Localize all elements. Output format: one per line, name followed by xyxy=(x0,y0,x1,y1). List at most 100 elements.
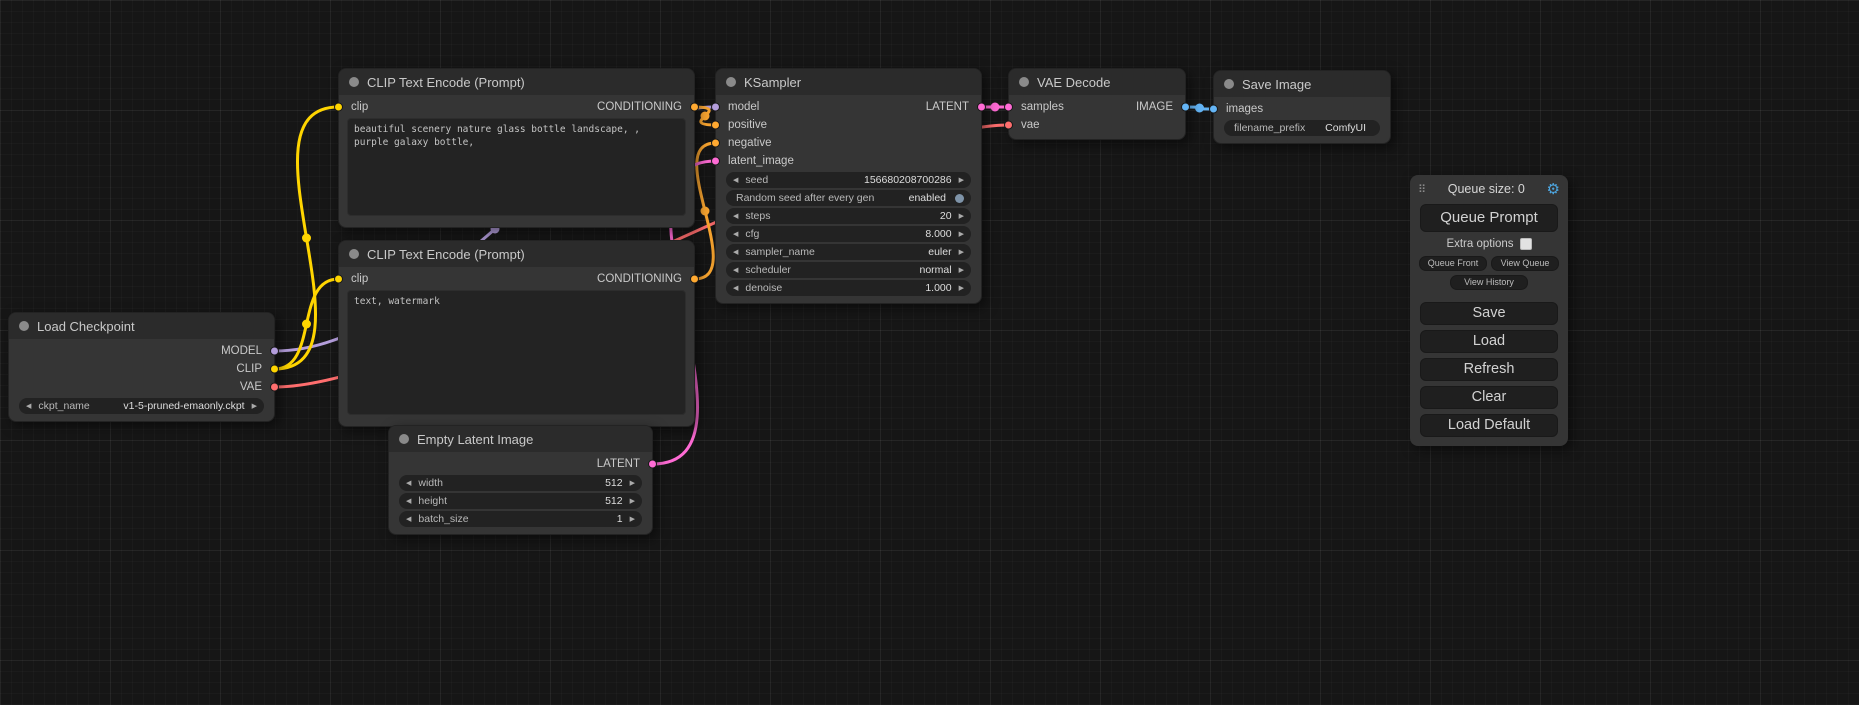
decrement-arrow-icon[interactable]: ◀ xyxy=(733,231,738,238)
decrement-arrow-icon[interactable]: ◀ xyxy=(733,267,738,274)
ckpt-name-combo-widget[interactable]: ◀ ckpt_name v1-5-pruned-emaonly.ckpt ▶ xyxy=(19,398,264,414)
prompt-textarea[interactable]: text, watermark xyxy=(347,290,686,415)
node-save-image[interactable]: Save Image images filename_prefix ComfyU… xyxy=(1213,70,1391,144)
node-title-bar[interactable]: Load Checkpoint xyxy=(9,313,274,339)
node-ksampler[interactable]: KSampler model LATENT positive negative … xyxy=(715,68,982,304)
decrement-arrow-icon[interactable]: ◀ xyxy=(406,516,411,523)
widget-value: 20 xyxy=(940,210,952,222)
increment-arrow-icon[interactable]: ▶ xyxy=(630,498,635,505)
link-midpoint-dot[interactable] xyxy=(302,320,311,329)
output-port-image[interactable] xyxy=(1181,103,1190,112)
sampler-name-combo-widget[interactable]: ◀ sampler_name euler ▶ xyxy=(726,244,971,260)
prompt-textarea[interactable]: beautiful scenery nature glass bottle la… xyxy=(347,118,686,216)
input-port-negative[interactable] xyxy=(711,139,720,148)
link-midpoint-dot[interactable] xyxy=(701,112,710,121)
node-title-bar[interactable]: CLIP Text Encode (Prompt) xyxy=(339,69,694,95)
menu-drag-handle-icon[interactable]: ⠿ xyxy=(1418,183,1426,196)
output-port-latent[interactable] xyxy=(977,103,986,112)
decrement-arrow-icon[interactable]: ◀ xyxy=(406,480,411,487)
output-label: CONDITIONING xyxy=(597,101,682,113)
collapse-dot-icon[interactable] xyxy=(19,321,29,331)
output-port-conditioning[interactable] xyxy=(690,103,699,112)
output-port-conditioning[interactable] xyxy=(690,275,699,284)
increment-arrow-icon[interactable]: ▶ xyxy=(959,267,964,274)
increment-arrow-icon[interactable]: ▶ xyxy=(630,480,635,487)
link-midpoint-dot[interactable] xyxy=(701,207,710,216)
output-port-model[interactable] xyxy=(270,347,279,356)
increment-arrow-icon[interactable]: ▶ xyxy=(630,516,635,523)
seed-number-widget[interactable]: ◀ seed 156680208700286 ▶ xyxy=(726,172,971,188)
collapse-dot-icon[interactable] xyxy=(1019,77,1029,87)
filename-prefix-text-widget[interactable]: filename_prefix ComfyUI xyxy=(1224,120,1380,136)
increment-arrow-icon[interactable]: ▶ xyxy=(959,213,964,220)
view-history-button[interactable]: View History xyxy=(1450,275,1528,290)
node-clip-text-encode-positive[interactable]: CLIP Text Encode (Prompt) clip CONDITION… xyxy=(338,68,695,228)
scheduler-combo-widget[interactable]: ◀ scheduler normal ▶ xyxy=(726,262,971,278)
node-empty-latent-image[interactable]: Empty Latent Image LATENT ◀ width 512 ▶ … xyxy=(388,425,653,535)
decrement-arrow-icon[interactable]: ◀ xyxy=(733,213,738,220)
decrement-arrow-icon[interactable]: ◀ xyxy=(26,403,31,410)
decrement-arrow-icon[interactable]: ◀ xyxy=(733,177,738,184)
increment-arrow-icon[interactable]: ▶ xyxy=(252,403,257,410)
decrement-arrow-icon[interactable]: ◀ xyxy=(733,285,738,292)
clear-button[interactable]: Clear xyxy=(1420,386,1558,409)
input-port-positive[interactable] xyxy=(711,121,720,130)
decrement-arrow-icon[interactable]: ◀ xyxy=(733,249,738,256)
output-port-vae[interactable] xyxy=(270,383,279,392)
node-title-bar[interactable]: CLIP Text Encode (Prompt) xyxy=(339,241,694,267)
input-port-clip[interactable] xyxy=(334,275,343,284)
collapse-dot-icon[interactable] xyxy=(399,434,409,444)
queue-prompt-button[interactable]: Queue Prompt xyxy=(1420,204,1558,232)
view-queue-button[interactable]: View Queue xyxy=(1491,256,1559,271)
node-clip-text-encode-negative[interactable]: CLIP Text Encode (Prompt) clip CONDITION… xyxy=(338,240,695,427)
output-label: CLIP xyxy=(236,363,262,375)
denoise-number-widget[interactable]: ◀ denoise 1.000 ▶ xyxy=(726,280,971,296)
random-seed-toggle-widget[interactable]: Random seed after every gen enabled xyxy=(726,190,971,206)
link-midpoint-dot[interactable] xyxy=(1195,104,1204,113)
node-vae-decode[interactable]: VAE Decode samples IMAGE vae xyxy=(1008,68,1186,140)
extra-options-checkbox[interactable] xyxy=(1520,238,1532,250)
steps-number-widget[interactable]: ◀ steps 20 ▶ xyxy=(726,208,971,224)
node-title-bar[interactable]: KSampler xyxy=(716,69,981,95)
widget-label: steps xyxy=(745,210,770,222)
refresh-button[interactable]: Refresh xyxy=(1420,358,1558,381)
output-port-latent[interactable] xyxy=(648,460,657,469)
link-wire[interactable] xyxy=(275,107,339,369)
settings-gear-icon[interactable]: ⚙ xyxy=(1547,182,1560,197)
increment-arrow-icon[interactable]: ▶ xyxy=(959,231,964,238)
queue-size-label: Queue size: 0 xyxy=(1448,182,1525,196)
toggle-indicator-icon[interactable] xyxy=(955,194,964,203)
input-port-vae[interactable] xyxy=(1004,121,1013,130)
load-default-button[interactable]: Load Default xyxy=(1420,414,1558,437)
height-number-widget[interactable]: ◀ height 512 ▶ xyxy=(399,493,642,509)
increment-arrow-icon[interactable]: ▶ xyxy=(959,285,964,292)
collapse-dot-icon[interactable] xyxy=(726,77,736,87)
batch-size-number-widget[interactable]: ◀ batch_size 1 ▶ xyxy=(399,511,642,527)
input-port-images[interactable] xyxy=(1209,105,1218,114)
decrement-arrow-icon[interactable]: ◀ xyxy=(406,498,411,505)
link-midpoint-dot[interactable] xyxy=(991,103,1000,112)
increment-arrow-icon[interactable]: ▶ xyxy=(959,249,964,256)
increment-arrow-icon[interactable]: ▶ xyxy=(959,177,964,184)
queue-front-button[interactable]: Queue Front xyxy=(1419,256,1487,271)
collapse-dot-icon[interactable] xyxy=(1224,79,1234,89)
input-port-clip[interactable] xyxy=(334,103,343,112)
input-port-model[interactable] xyxy=(711,103,720,112)
node-title-bar[interactable]: Save Image xyxy=(1214,71,1390,97)
link-wire[interactable] xyxy=(275,279,339,369)
node-title-bar[interactable]: Empty Latent Image xyxy=(389,426,652,452)
collapse-dot-icon[interactable] xyxy=(349,249,359,259)
node-load-checkpoint[interactable]: Load Checkpoint MODEL CLIP VAE ◀ ckpt_na… xyxy=(8,312,275,422)
width-number-widget[interactable]: ◀ width 512 ▶ xyxy=(399,475,642,491)
graph-canvas[interactable]: Load Checkpoint MODEL CLIP VAE ◀ ckpt_na… xyxy=(0,0,1859,705)
cfg-number-widget[interactable]: ◀ cfg 8.000 ▶ xyxy=(726,226,971,242)
output-port-clip[interactable] xyxy=(270,365,279,374)
input-port-latent-image[interactable] xyxy=(711,157,720,166)
load-button[interactable]: Load xyxy=(1420,330,1558,353)
save-button[interactable]: Save xyxy=(1420,302,1558,325)
input-port-samples[interactable] xyxy=(1004,103,1013,112)
node-title-bar[interactable]: VAE Decode xyxy=(1009,69,1185,95)
widget-value: 512 xyxy=(605,495,623,507)
collapse-dot-icon[interactable] xyxy=(349,77,359,87)
link-midpoint-dot[interactable] xyxy=(302,234,311,243)
